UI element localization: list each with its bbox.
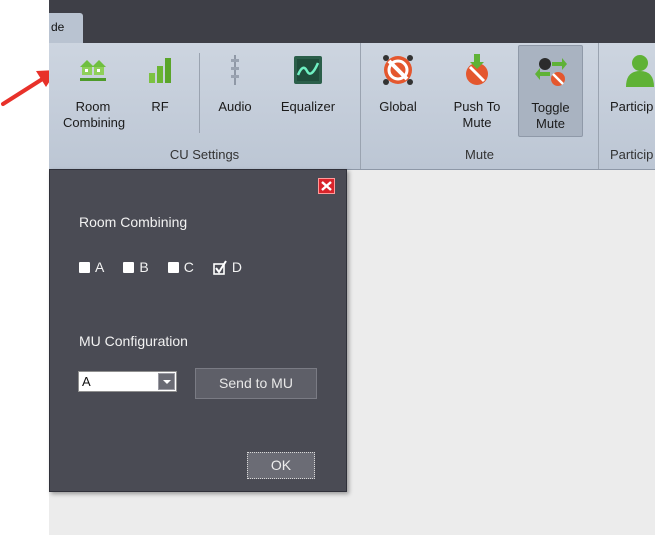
room-checkbox-b[interactable]: B [123,259,149,275]
ribbon-separator [199,53,200,133]
audio-label: Audio [218,99,252,114]
equalizer-wave-icon [294,56,322,84]
close-button[interactable] [318,178,335,194]
room-checkbox-d[interactable]: D [213,259,242,275]
mu-configuration-select[interactable]: A [78,371,177,392]
ribbon-toolbar: Room Combining RF Audio Equalizer Global… [49,43,655,170]
participant-icon [626,55,654,87]
group-label-participants: Particip [610,147,654,162]
room-combining-button[interactable]: Room Combining [63,45,126,137]
rf-button[interactable]: RF [138,45,182,137]
checkbox-unchecked-icon [123,261,135,273]
close-icon [321,181,332,191]
participants-label: Particip [610,99,654,114]
push-to-mute-icon [466,54,488,85]
room-checkbox-a[interactable]: A [79,259,104,275]
room-a-label: A [95,259,105,275]
app-window: de Room Combining RF Audio Equalizer Glo… [49,0,655,535]
checkbox-unchecked-icon [167,261,179,273]
mixer-sliders-icon [231,55,239,85]
toggle-mute-button[interactable]: Toggle Mute [518,45,583,137]
group-separator [598,43,599,169]
title-bar: de [49,0,655,43]
room-checkbox-c[interactable]: C [167,259,194,275]
push-to-mute-label: Push To Mute [453,99,501,130]
equalizer-label: Equalizer [280,99,336,114]
global-label: Global [379,99,417,114]
room-c-label: C [183,259,194,275]
room-combining-heading: Room Combining [79,214,188,230]
participants-button[interactable]: Particip [606,45,655,137]
rf-label: RF [151,99,169,114]
checkbox-checked-icon [213,259,227,275]
chevron-down-icon[interactable] [158,373,175,390]
equalizer-button[interactable]: Equalizer [271,45,345,137]
mu-configuration-heading: MU Configuration [79,333,188,349]
toggle-mute-label: Toggle Mute [531,100,570,131]
tab-mode[interactable]: de [49,13,83,43]
room-combining-dialog: Room Combining A B C D MU Configuration … [49,169,347,492]
global-mute-icon [383,55,413,85]
push-to-mute-button[interactable]: Push To Mute [445,45,509,137]
house-network-icon [80,60,106,81]
group-label-mute: Mute [465,147,494,162]
room-checkbox-group: A B C D [79,259,261,275]
room-b-label: B [139,259,149,275]
mu-select-value: A [82,374,91,389]
global-mute-button[interactable]: Global [371,45,425,137]
audio-button[interactable]: Audio [211,45,259,137]
checkbox-unchecked-icon [79,261,90,273]
group-label-cu-settings: CU Settings [169,147,240,162]
send-to-mu-button[interactable]: Send to MU [195,368,317,399]
room-combining-label: Room Combining [63,99,126,130]
toggle-mute-icon [534,58,567,86]
room-d-label: D [231,259,242,275]
signal-bars-icon [149,58,171,83]
ok-button[interactable]: OK [247,452,315,479]
